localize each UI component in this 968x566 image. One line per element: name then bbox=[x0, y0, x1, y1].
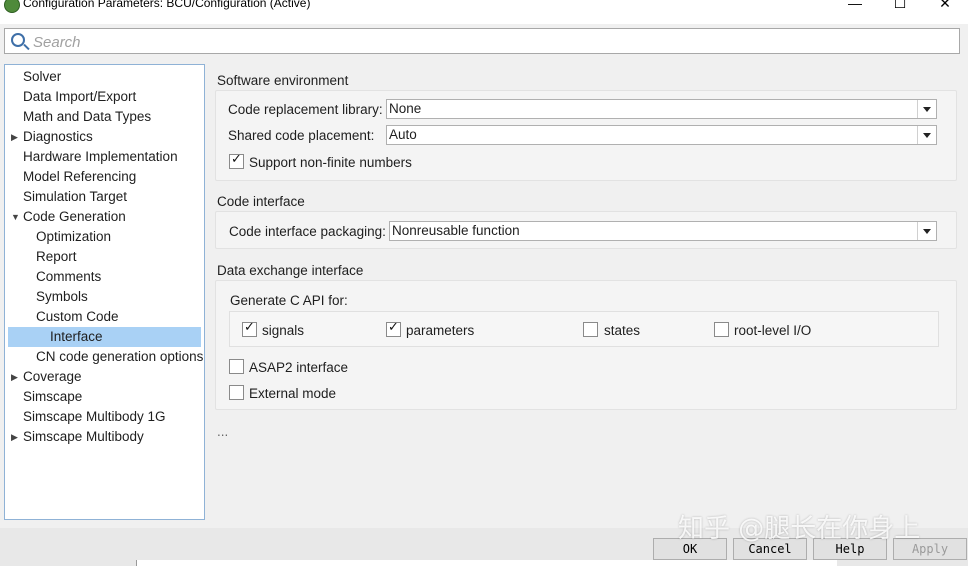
generate-c-api-label: Generate C API for: bbox=[230, 293, 348, 308]
asap2-label: ASAP2 interface bbox=[249, 360, 349, 375]
external-mode-label: External mode bbox=[249, 386, 337, 401]
states-checkbox[interactable] bbox=[583, 322, 598, 337]
c-api-options: signals parameters states root-level I/O bbox=[229, 311, 939, 347]
background-window-edge bbox=[136, 560, 837, 566]
code-replacement-value: None bbox=[389, 101, 422, 116]
collapsed-arrow-icon[interactable]: ▶ bbox=[11, 127, 21, 147]
interface-pane: Software environment Code replacement li… bbox=[207, 64, 965, 524]
signals-checkbox[interactable] bbox=[242, 320, 257, 337]
tree-item-label: Custom Code bbox=[36, 309, 119, 324]
tree-item-label: Data Import/Export bbox=[23, 89, 137, 104]
tree-item-label: Hardware Implementation bbox=[23, 149, 178, 164]
asap2-checkbox[interactable] bbox=[229, 359, 244, 374]
parameters-label: parameters bbox=[406, 323, 475, 338]
chevron-down-icon[interactable] bbox=[917, 126, 936, 144]
code-interface-group: Code interface packaging: Nonreusable fu… bbox=[215, 211, 957, 249]
shared-code-dropdown[interactable]: Auto bbox=[386, 125, 937, 145]
search-bar[interactable] bbox=[4, 28, 960, 54]
title-bar: Configuration Parameters: BCU/Configurat… bbox=[0, 0, 968, 24]
tree-item-label: CN code generation options bbox=[36, 349, 204, 364]
code-replacement-label: Code replacement library: bbox=[228, 102, 383, 117]
tree-item-label: Simscape bbox=[23, 389, 83, 404]
tree-item-label: Model Referencing bbox=[23, 169, 137, 184]
tree-item-label: Optimization bbox=[36, 229, 112, 244]
software-environment-group: Code replacement library: None Shared co… bbox=[215, 90, 957, 181]
root-level-io-checkbox[interactable] bbox=[714, 322, 729, 337]
tree-item-label: Coverage bbox=[23, 369, 82, 384]
tree-item-label: Simulation Target bbox=[23, 189, 128, 204]
simulink-app-icon bbox=[4, 0, 20, 13]
minimize-icon[interactable]: — bbox=[845, 0, 865, 11]
tree-item-label: Code Generation bbox=[23, 209, 126, 224]
packaging-dropdown[interactable]: Nonreusable function bbox=[389, 221, 937, 241]
code-interface-title: Code interface bbox=[217, 194, 305, 209]
tree-item[interactable]: Interface bbox=[8, 327, 201, 347]
tree-item-label: Diagnostics bbox=[23, 129, 93, 144]
maximize-icon[interactable]: ☐ bbox=[890, 0, 910, 11]
nonfinite-label: Support non-finite numbers bbox=[249, 155, 412, 170]
collapsed-arrow-icon[interactable]: ▶ bbox=[11, 427, 21, 447]
search-icon bbox=[11, 33, 25, 47]
tree-item-label: Solver bbox=[23, 69, 62, 84]
window-title: Configuration Parameters: BCU/Configurat… bbox=[23, 0, 311, 10]
shared-code-label: Shared code placement: bbox=[228, 128, 375, 143]
watermark-text: 知乎 @腿长在你身上 bbox=[678, 514, 921, 544]
tree-item-label: Math and Data Types bbox=[23, 109, 152, 124]
collapsed-arrow-icon[interactable]: ▶ bbox=[11, 367, 21, 387]
tree-item-label: Comments bbox=[36, 269, 102, 284]
more-ellipsis[interactable]: ... bbox=[217, 424, 228, 439]
tree-item-label: Symbols bbox=[36, 289, 88, 304]
code-replacement-dropdown[interactable]: None bbox=[386, 99, 937, 119]
search-input[interactable] bbox=[31, 31, 935, 53]
close-icon[interactable]: ✕ bbox=[935, 0, 955, 11]
tree-item-label: Report bbox=[36, 249, 77, 264]
expanded-arrow-icon[interactable]: ▼ bbox=[11, 207, 21, 227]
chevron-down-icon[interactable] bbox=[917, 100, 936, 118]
tree-item-label: Simscape Multibody bbox=[23, 429, 144, 444]
data-exchange-group: Generate C API for: signals parameters s… bbox=[215, 280, 957, 410]
states-label: states bbox=[604, 323, 641, 338]
packaging-value: Nonreusable function bbox=[392, 223, 520, 238]
software-environment-title: Software environment bbox=[217, 73, 349, 88]
data-exchange-title: Data exchange interface bbox=[217, 263, 364, 278]
signals-label: signals bbox=[262, 323, 305, 338]
root-level-io-label: root-level I/O bbox=[734, 323, 812, 338]
category-tree: Solver Data Import/Export Math and Data Ty… bbox=[4, 64, 205, 520]
tree-item-label: Simscape Multibody 1G bbox=[23, 409, 166, 424]
external-mode-checkbox[interactable] bbox=[229, 385, 244, 400]
shared-code-value: Auto bbox=[389, 127, 417, 142]
packaging-label: Code interface packaging: bbox=[229, 224, 386, 239]
nonfinite-checkbox[interactable] bbox=[229, 152, 244, 169]
tree-item-label: Interface bbox=[50, 329, 103, 344]
parameters-checkbox[interactable] bbox=[386, 320, 401, 337]
chevron-down-icon[interactable] bbox=[917, 222, 936, 240]
